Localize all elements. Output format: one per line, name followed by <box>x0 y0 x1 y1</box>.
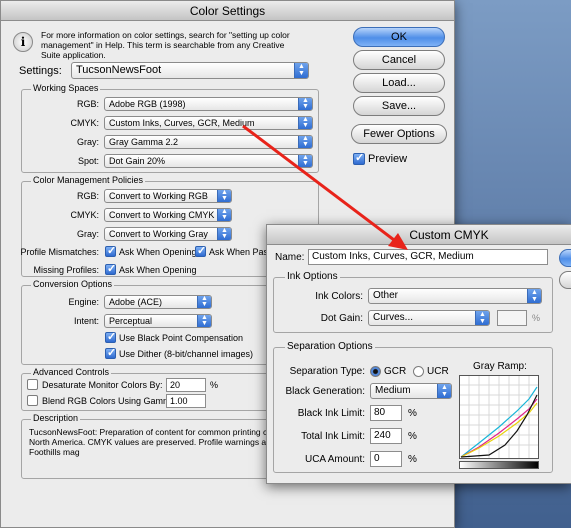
arrow-shaft <box>242 124 399 245</box>
arrow-head-icon <box>388 233 408 250</box>
annotation-arrow <box>242 124 408 250</box>
